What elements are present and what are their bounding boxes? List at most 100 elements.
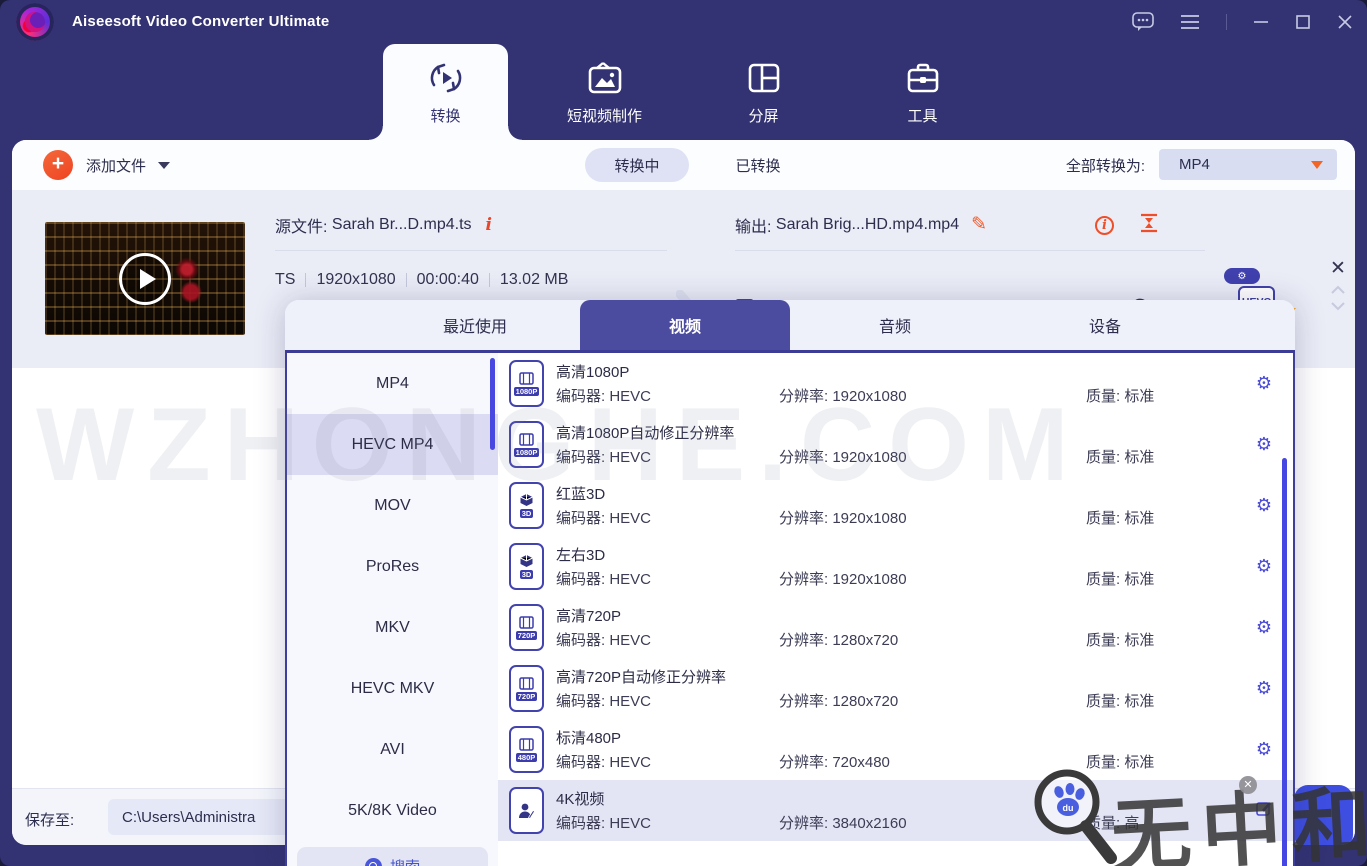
film-1080p-icon: 1080P xyxy=(509,421,544,468)
preset-settings-gear-icon[interactable]: ⚙ xyxy=(1235,434,1293,455)
profile-gear-badge-icon[interactable]: ⚙ xyxy=(1224,268,1260,284)
add-file-button[interactable]: + xyxy=(43,150,73,180)
minimize-button[interactable] xyxy=(1253,14,1269,30)
move-up-icon[interactable] xyxy=(1330,284,1346,295)
profile-tabs: 最近使用 视频 音频 设备 xyxy=(285,300,1295,350)
preset-name: 左右3D xyxy=(556,547,606,564)
close-button[interactable] xyxy=(1337,14,1353,30)
preset-name: 高清720P自动修正分辨率 xyxy=(556,669,727,686)
tab-collage[interactable]: 分屏 xyxy=(701,44,826,140)
format-sidebar: MP4 HEVC MP4 MOV ProRes MKV HEVC MKV AVI… xyxy=(287,353,498,866)
add-file-label[interactable]: 添加文件 xyxy=(86,155,146,176)
source-info-icon[interactable]: i xyxy=(486,215,492,235)
source-resolution: 1920x1080 xyxy=(316,271,396,288)
source-meta: TS 1920x1080 00:00:40 13.02 MB xyxy=(275,271,667,289)
convert-icon xyxy=(429,59,463,95)
feedback-icon[interactable] xyxy=(1132,12,1154,32)
profile-tab-recent[interactable]: 最近使用 xyxy=(370,300,580,350)
tab-collage-label: 分屏 xyxy=(748,107,779,125)
preset-row-sbs-3d[interactable]: 3D 左右3D 编码器: HEVC 分辨率: 1920x1080 质量: 标准 … xyxy=(498,536,1293,597)
add-file-caret-icon[interactable] xyxy=(158,161,171,169)
tab-convert-label: 转换 xyxy=(430,107,461,125)
format-item-hevc-mkv[interactable]: HEVC MKV xyxy=(287,658,498,719)
format-search-button[interactable]: 搜索 xyxy=(297,847,488,866)
tab-mv-label: 短视频制作 xyxy=(566,107,642,125)
output-format-value: MP4 xyxy=(1179,156,1210,173)
format-item-5k8k[interactable]: 5K/8K Video xyxy=(287,780,498,841)
remove-file-icon[interactable]: ✕ xyxy=(1330,259,1346,278)
preset-row-480p[interactable]: 480P 标清480P 编码器: HEVC 分辨率: 720x480 质量: 标… xyxy=(498,719,1293,780)
preset-name: 标清480P xyxy=(556,730,622,747)
titlebar: Aiseesoft Video Converter Ultimate xyxy=(0,0,1367,44)
format-item-mp4[interactable]: MP4 xyxy=(287,353,498,414)
format-item-mkv[interactable]: MKV xyxy=(287,597,498,658)
preset-name: 红蓝3D xyxy=(556,486,606,503)
preset-row-1080p[interactable]: 1080P 高清1080P 编码器: HEVC 分辨率: 1920x1080 质… xyxy=(498,353,1293,414)
main-nav: 转换 短视频制作 分屏 工具 xyxy=(0,44,1367,140)
convert-all-label: 全部转换为: xyxy=(1065,158,1145,175)
mv-icon xyxy=(587,59,623,95)
app-logo-icon xyxy=(16,3,54,41)
source-divider xyxy=(275,250,667,251)
compress-settings-icon[interactable] xyxy=(1140,213,1158,238)
segment-converting[interactable]: 转换中 xyxy=(585,148,689,182)
output-label: 输出: xyxy=(735,219,772,236)
custom-profile-person-icon xyxy=(509,787,544,834)
film-1080p-icon: 1080P xyxy=(509,360,544,407)
format-item-mov[interactable]: MOV xyxy=(287,475,498,536)
film-720p-icon: 720P xyxy=(509,665,544,712)
rename-icon[interactable]: ✎ xyxy=(971,213,987,236)
profile-tab-device[interactable]: 设备 xyxy=(1000,300,1210,350)
profile-popup: 最近使用 视频 音频 设备 MP4 HEVC MP4 MOV ProRes MK… xyxy=(285,300,1295,866)
tab-toolbox[interactable]: 工具 xyxy=(860,44,985,140)
film-720p-icon: 720P xyxy=(509,604,544,651)
segment-converted[interactable]: 已转换 xyxy=(713,148,803,182)
format-item-prores[interactable]: ProRes xyxy=(287,536,498,597)
preset-name: 高清1080P xyxy=(556,364,630,381)
film-480p-icon: 480P xyxy=(509,726,544,773)
move-down-icon[interactable] xyxy=(1330,301,1346,312)
menu-icon[interactable] xyxy=(1180,14,1200,30)
format-item-avi[interactable]: AVI xyxy=(287,719,498,780)
tab-convert[interactable]: 转换 xyxy=(369,44,522,140)
watermark-close-icon[interactable]: ✕ xyxy=(1239,776,1257,794)
app-window: Aiseesoft Video Converter Ultimate 转换 短视… xyxy=(0,0,1367,866)
search-icon xyxy=(364,857,382,866)
preset-name: 高清1080P自动修正分辨率 xyxy=(556,425,735,442)
preset-list-scrollbar[interactable] xyxy=(1282,458,1287,866)
preset-row-720p-auto[interactable]: 720P 高清720P自动修正分辨率 编码器: HEVC 分辨率: 1280x7… xyxy=(498,658,1293,719)
preset-list: 1080P 高清1080P 编码器: HEVC 分辨率: 1920x1080 质… xyxy=(498,353,1293,866)
source-label: 源文件: xyxy=(275,219,328,236)
profile-tab-audio[interactable]: 音频 xyxy=(790,300,1000,350)
tab-mv[interactable]: 短视频制作 xyxy=(542,44,667,140)
output-filename: Sarah Brig...HD.mp4.mp4 xyxy=(775,216,960,233)
convert-all-button[interactable] xyxy=(1294,785,1353,845)
source-size: 13.02 MB xyxy=(499,271,569,288)
format-item-hevc-mp4[interactable]: HEVC MP4 xyxy=(287,414,498,475)
source-duration: 00:00:40 xyxy=(416,271,479,288)
preset-row-anaglyph-3d[interactable]: 3D 红蓝3D 编码器: HEVC 分辨率: 1920x1080 质量: 标准 … xyxy=(498,475,1293,536)
preset-name: 4K视频 xyxy=(556,791,605,808)
app-title: Aiseesoft Video Converter Ultimate xyxy=(72,13,330,30)
output-info-icon[interactable]: i xyxy=(1095,215,1114,235)
profile-tab-video[interactable]: 视频 xyxy=(580,300,790,350)
split-screen-icon xyxy=(747,59,781,95)
save-to-label: 保存至: xyxy=(25,812,75,829)
cube-3d-icon: 3D xyxy=(509,482,544,529)
preset-name: 高清720P xyxy=(556,608,622,625)
output-format-select[interactable]: MP4 xyxy=(1159,149,1337,180)
video-thumbnail[interactable] xyxy=(45,222,245,335)
play-icon[interactable] xyxy=(119,252,171,305)
preset-row-720p[interactable]: 720P 高清720P 编码器: HEVC 分辨率: 1280x720 质量: … xyxy=(498,597,1293,658)
maximize-button[interactable] xyxy=(1295,14,1311,30)
sidebar-scrollbar[interactable] xyxy=(490,358,495,450)
source-block: 源文件: Sarah Br...D.mp4.ts i TS 1920x1080 … xyxy=(275,212,667,289)
format-select-caret-icon xyxy=(1311,160,1323,169)
preset-row-1080p-auto[interactable]: 1080P 高清1080P自动修正分辨率 编码器: HEVC 分辨率: 1920… xyxy=(498,414,1293,475)
source-format: TS xyxy=(275,271,296,288)
preset-settings-gear-icon[interactable]: ⚙ xyxy=(1235,373,1293,394)
preset-row-4k[interactable]: 4K视频 编码器: HEVC 分辨率: 3840x2160 质量: 高 xyxy=(498,780,1293,841)
convert-toolbar: + 添加文件 转换中 已转换 全部转换为: MP4 xyxy=(12,140,1355,190)
titlebar-divider xyxy=(1226,14,1227,30)
search-label: 搜索 xyxy=(390,856,420,866)
